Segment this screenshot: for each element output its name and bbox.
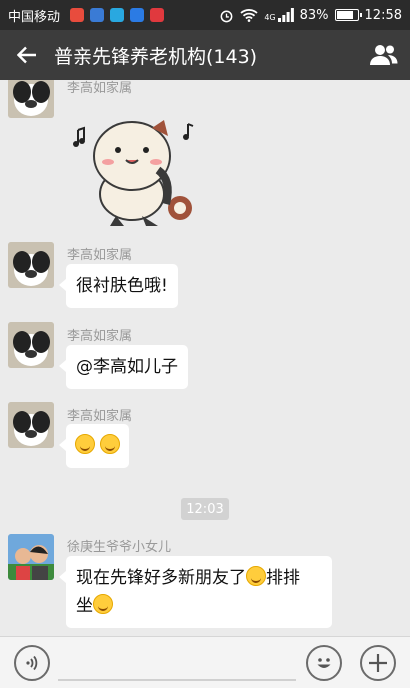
notification-app-icon [70, 8, 85, 22]
input-bar [0, 636, 410, 688]
signal-icon [277, 8, 294, 22]
message-text: 坐 [76, 596, 93, 616]
sticker-message[interactable] [68, 110, 198, 228]
group-members-button[interactable] [358, 30, 410, 80]
clock: 12:58 [364, 7, 402, 23]
sender-name: 徐庚生爷爷小女儿 [67, 540, 172, 555]
group-members-icon [370, 45, 398, 65]
avatar[interactable] [8, 534, 54, 580]
plus-icon [369, 654, 387, 672]
emoji-button[interactable] [306, 645, 342, 681]
message-text: 排排 [266, 568, 300, 588]
network-type: 4G [264, 12, 276, 22]
grimace-emoji-icon [75, 434, 95, 454]
notification-app-icon [90, 8, 105, 22]
message-bubble[interactable]: 很衬肤色哦! [59, 264, 178, 308]
sender-name: 李高如家属 [67, 329, 133, 344]
grin-emoji-icon [93, 594, 113, 614]
message-bubble[interactable]: @李高如儿子 [59, 345, 188, 389]
timestamp: 12:03 [181, 498, 229, 520]
back-arrow-icon [17, 46, 36, 64]
message-list[interactable]: 李高如家属 李高如家属 很衬肤色哦! 李高如家属 @李高如儿子 李高如家属 12… [0, 80, 410, 636]
chat-header: 普亲先锋养老机构(143) [0, 30, 410, 80]
notification-app-icon [150, 8, 165, 22]
avatar[interactable] [8, 80, 54, 118]
sender-name: 李高如家属 [67, 248, 133, 263]
voice-button[interactable] [14, 645, 50, 681]
sender-name: 李高如家属 [67, 81, 133, 96]
notification-app-icon [110, 8, 125, 22]
more-button[interactable] [360, 645, 396, 681]
voice-icon [26, 655, 38, 671]
battery-icon [334, 9, 362, 21]
notification-app-icon [130, 8, 145, 22]
avatar[interactable] [8, 322, 54, 368]
avatar[interactable] [8, 242, 54, 288]
wifi-icon [240, 9, 258, 22]
message-bubble[interactable]: 现在先锋好多新朋友了 排排 坐 [59, 556, 332, 628]
message-bubble[interactable] [58, 424, 130, 468]
chat-title: 普亲先锋养老机构(143) [54, 45, 258, 68]
emoji-icon [317, 658, 331, 668]
grimace-emoji-icon [100, 434, 121, 454]
avatar[interactable] [8, 402, 54, 448]
carrier-label: 中国移动 [8, 9, 61, 25]
status-bar: 中国移动 4G 83% 12:58 [0, 0, 410, 30]
panda-cat-sticker [73, 120, 194, 226]
message-input[interactable] [58, 679, 296, 681]
battery-percent: 83% [299, 7, 329, 23]
smile-emoji-icon [246, 566, 266, 586]
back-button[interactable] [0, 30, 54, 80]
sender-name: 李高如家属 [67, 409, 133, 424]
message-text: 现在先锋好多新朋友了 [76, 568, 246, 588]
alarm-icon [220, 10, 233, 22]
